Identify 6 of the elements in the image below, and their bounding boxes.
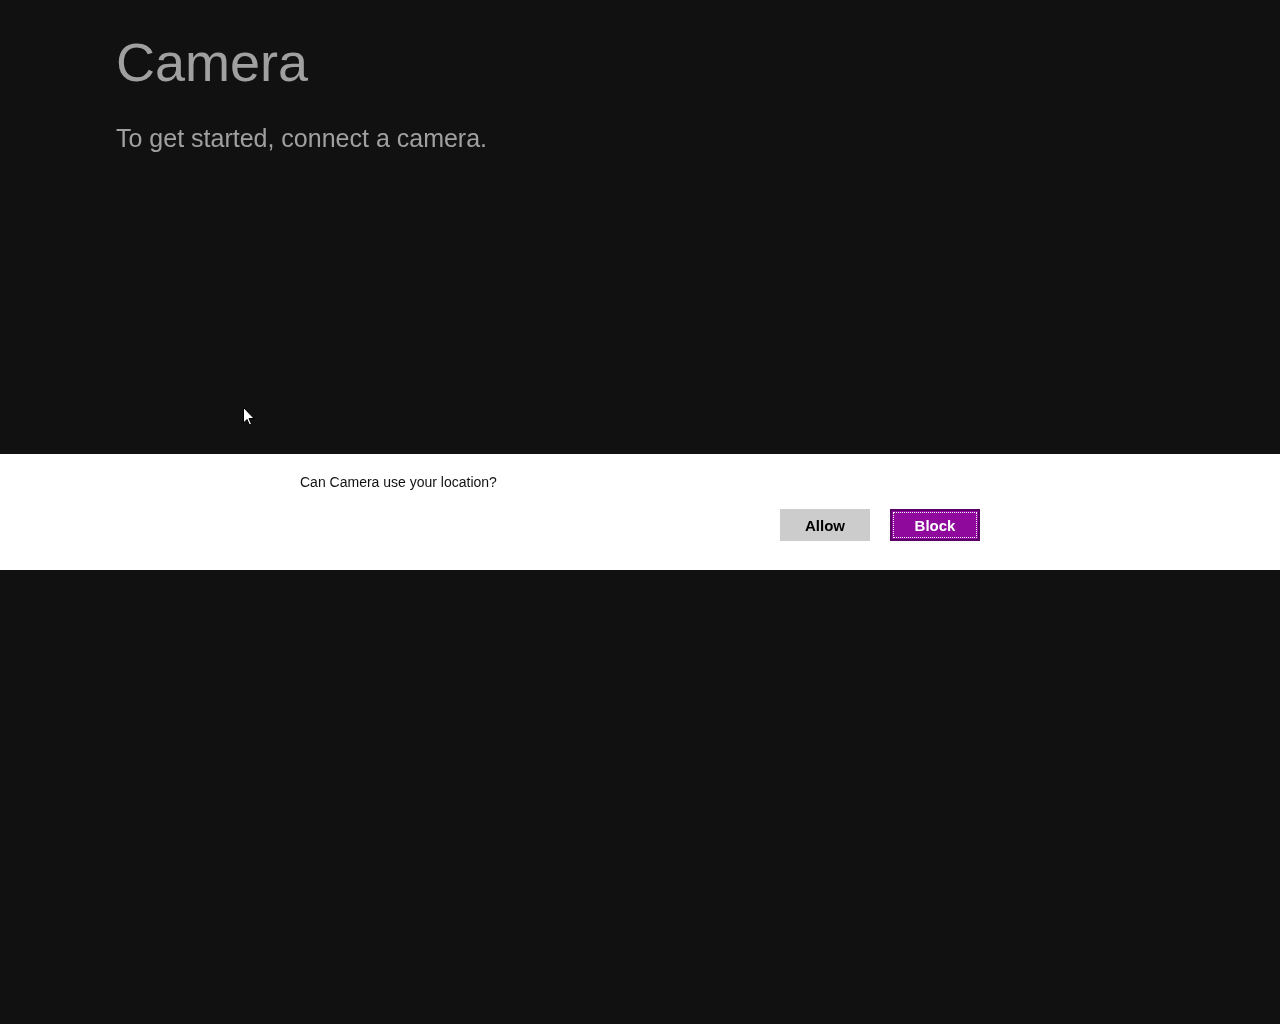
mouse-pointer-icon: [243, 407, 255, 426]
app-title: Camera: [116, 31, 310, 94]
dialog-button[interactable]: Block: [890, 509, 980, 541]
permission-question: Can Camera use your location?: [300, 474, 498, 490]
connect-camera-message: To get started, connect a camera.: [116, 124, 489, 153]
dialog-button[interactable]: Allow: [780, 509, 870, 541]
